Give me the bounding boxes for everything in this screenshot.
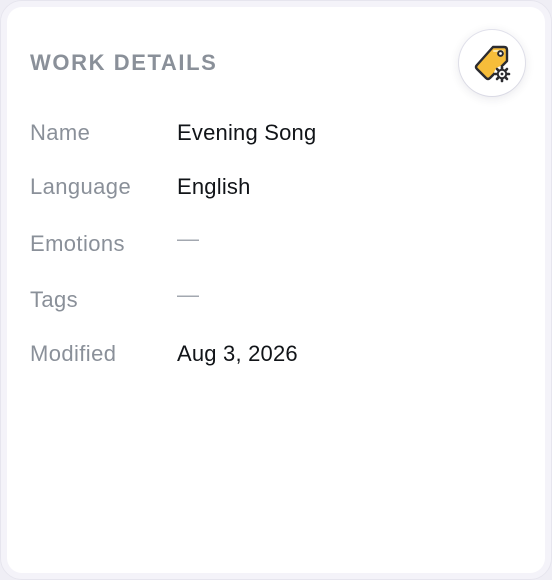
tag-settings-button[interactable] bbox=[459, 30, 525, 96]
detail-row-modified: Modified Aug 3, 2026 bbox=[30, 339, 530, 369]
detail-label: Name bbox=[30, 120, 91, 145]
detail-row-name: Name Evening Song bbox=[30, 118, 530, 148]
detail-label: Tags bbox=[30, 287, 79, 312]
detail-row-language: Language English bbox=[30, 172, 530, 202]
detail-value: Evening Song bbox=[177, 120, 317, 145]
detail-row-emotions: Emotions — bbox=[30, 226, 530, 259]
tag-settings-icon bbox=[474, 45, 511, 83]
detail-value: — bbox=[177, 282, 200, 307]
work-details-card: WORK DETAILS Name Evening Song Language … bbox=[0, 0, 552, 580]
detail-label: Language bbox=[30, 174, 132, 199]
detail-label: Modified bbox=[30, 341, 117, 366]
detail-row-tags: Tags — bbox=[30, 282, 530, 315]
detail-label: Emotions bbox=[30, 231, 125, 256]
detail-value: English bbox=[177, 174, 251, 199]
card-title: WORK DETAILS bbox=[30, 50, 218, 75]
detail-value: Aug 3, 2026 bbox=[177, 341, 298, 366]
detail-value: — bbox=[177, 226, 200, 251]
